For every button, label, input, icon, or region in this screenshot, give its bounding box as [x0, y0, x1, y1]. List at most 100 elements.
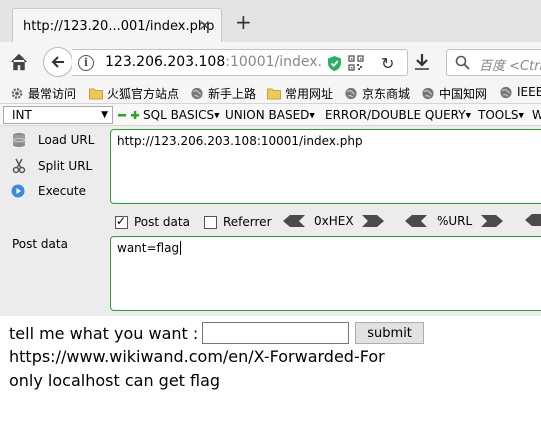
- bookmark-common-sites[interactable]: 常用网址: [267, 85, 333, 102]
- select-value: INT: [12, 108, 32, 122]
- want-input[interactable]: [202, 322, 350, 344]
- bookmark-label: 火狐官方站点: [107, 87, 180, 101]
- tab-active[interactable]: http://123.20...001/index.php ×: [12, 8, 222, 42]
- menu-sql-basics[interactable]: SQL BASICS▼: [143, 108, 220, 122]
- post-data-value: want=flag: [117, 241, 180, 255]
- shield-icon[interactable]: [327, 55, 342, 72]
- url-textarea[interactable]: http://123.206.203.108:10001/index.php: [110, 129, 541, 204]
- nav-bar: i 123.206.203.108:10001/index. ↻ 百度 <Ctr…: [0, 42, 541, 82]
- hackbar-type-select[interactable]: INT ▼: [3, 106, 113, 124]
- arrow-right-icon[interactable]: [481, 215, 504, 227]
- menu-label: SQL BASICS: [143, 108, 215, 122]
- back-arrow-icon: [51, 56, 64, 68]
- load-url-label: Load URL: [38, 133, 95, 147]
- submit-button[interactable]: submit: [355, 322, 424, 344]
- menu-overflow[interactable]: W: [532, 108, 541, 122]
- load-url-button[interactable]: Load URL: [10, 132, 94, 148]
- chevron-down-icon: ▼: [214, 111, 220, 120]
- play-icon: [11, 184, 25, 198]
- post-data-checkbox[interactable]: Post data: [115, 214, 190, 229]
- url-textarea-value: http://123.206.203.108:10001/index.php: [117, 134, 363, 148]
- arrow-right-icon[interactable]: [361, 215, 384, 227]
- want-prompt: tell me what you want :: [9, 323, 199, 343]
- bookmark-ieee[interactable]: IEEE: [499, 85, 541, 99]
- url-host: 123.206.203.108: [105, 54, 226, 70]
- bookmark-firefox-site[interactable]: 火狐官方站点: [89, 85, 179, 102]
- menu-label: UNION BASED: [225, 108, 310, 122]
- checkbox-unchecked[interactable]: [204, 215, 217, 229]
- folder-icon: [89, 88, 103, 100]
- plus-icon[interactable]: [130, 110, 140, 120]
- menu-error-double-query[interactable]: ERROR/DOUBLE QUERY▼: [325, 108, 471, 122]
- globe-icon: [500, 86, 512, 98]
- arrow-left-icon[interactable]: [283, 215, 305, 227]
- bookmark-label: 京东商城: [362, 87, 411, 101]
- qr-code-icon[interactable]: [348, 55, 364, 71]
- post-data-label: Post data: [12, 237, 68, 251]
- globe-icon: [345, 87, 357, 100]
- new-tab-button[interactable]: +: [235, 12, 252, 32]
- bookmark-getting-started[interactable]: 新手上路: [190, 85, 256, 102]
- bookmark-cnki[interactable]: 中国知网: [421, 85, 487, 102]
- hackbar-toolbar: INT ▼ SQL BASICS▼ UNION BASED▼ ERROR/DOU…: [0, 104, 541, 126]
- execute-label: Execute: [38, 184, 86, 198]
- tab-strip: http://123.20...001/index.php × +: [0, 0, 541, 42]
- gear-icon: [11, 88, 23, 99]
- address-bar[interactable]: i 123.206.203.108:10001/index. ↻: [72, 49, 408, 76]
- info-icon[interactable]: i: [78, 55, 94, 71]
- url-text[interactable]: 123.206.203.108:10001/index.: [105, 54, 322, 70]
- bookmark-jd[interactable]: 京东商城: [344, 85, 410, 102]
- referrer-option-label: Referrer: [223, 215, 272, 229]
- search-icon: [455, 55, 470, 70]
- hint-link-text: https://www.wikiwand.com/en/X-Forwarded-…: [9, 347, 385, 366]
- execute-button[interactable]: Execute: [10, 183, 86, 199]
- database-icon: [12, 133, 26, 147]
- split-url-label: Split URL: [38, 159, 93, 173]
- menu-tools[interactable]: TOOLS▼: [478, 108, 524, 122]
- hackbar-panel: INT ▼ SQL BASICS▼ UNION BASED▼ ERROR/DOU…: [0, 104, 541, 316]
- post-data-textarea[interactable]: want=flag: [110, 236, 541, 311]
- chevron-down-icon: ▼: [518, 111, 524, 120]
- menu-label: TOOLS: [478, 108, 519, 122]
- url-encode-label: %URL: [437, 214, 473, 228]
- split-url-button[interactable]: Split URL: [10, 158, 92, 174]
- bookmark-most-visited[interactable]: 最常访问: [10, 85, 76, 102]
- bookmark-label: 最常访问: [28, 87, 77, 101]
- search-box[interactable]: 百度 <Ctrl: [446, 49, 541, 76]
- close-tab-icon[interactable]: ×: [198, 16, 211, 34]
- hint-message: only localhost can get flag: [9, 371, 221, 390]
- bookmarks-toolbar: 最常访问 火狐官方站点 新手上路 常用网址 京东商城 中国知网 IEEE: [0, 82, 541, 104]
- text-cursor: [180, 241, 182, 255]
- url-path: :10001/index.: [225, 54, 322, 70]
- globe-icon: [422, 87, 434, 100]
- bookmark-label: 新手上路: [208, 87, 257, 101]
- scissors-icon: [12, 158, 26, 174]
- menu-label: ERROR/DOUBLE QUERY: [325, 108, 466, 122]
- chevron-down-icon: ▼: [101, 110, 108, 120]
- folder-icon: [267, 88, 281, 100]
- bookmark-label: 中国知网: [439, 87, 488, 101]
- page-content: tell me what you want : submit https://w…: [0, 316, 541, 423]
- arrow-left-icon[interactable]: [525, 214, 541, 226]
- checkbox-checked[interactable]: [115, 214, 128, 229]
- hex-encoder: 0xHEX: [283, 214, 384, 228]
- hex-label: 0xHEX: [314, 214, 354, 228]
- download-icon[interactable]: [414, 53, 430, 71]
- search-placeholder: 百度 <Ctrl: [479, 59, 541, 74]
- reload-icon[interactable]: ↻: [381, 54, 394, 73]
- post-data-option-label: Post data: [134, 215, 190, 229]
- menu-union-based[interactable]: UNION BASED▼: [225, 108, 315, 122]
- back-button[interactable]: [43, 47, 73, 77]
- bookmark-label: IEEE: [517, 85, 541, 99]
- arrow-left-icon[interactable]: [405, 215, 427, 227]
- home-icon[interactable]: [8, 51, 30, 73]
- referrer-checkbox[interactable]: Referrer: [204, 215, 272, 229]
- minus-icon[interactable]: [117, 110, 127, 120]
- chevron-down-icon: ▼: [309, 111, 315, 120]
- bookmark-label: 常用网址: [285, 87, 334, 101]
- globe-icon: [191, 87, 203, 100]
- chevron-down-icon: ▼: [465, 111, 471, 120]
- want-form: tell me what you want : submit: [9, 322, 424, 344]
- tab-title: http://123.20...001/index.php: [23, 19, 215, 34]
- url-encoder: %URL: [405, 214, 504, 228]
